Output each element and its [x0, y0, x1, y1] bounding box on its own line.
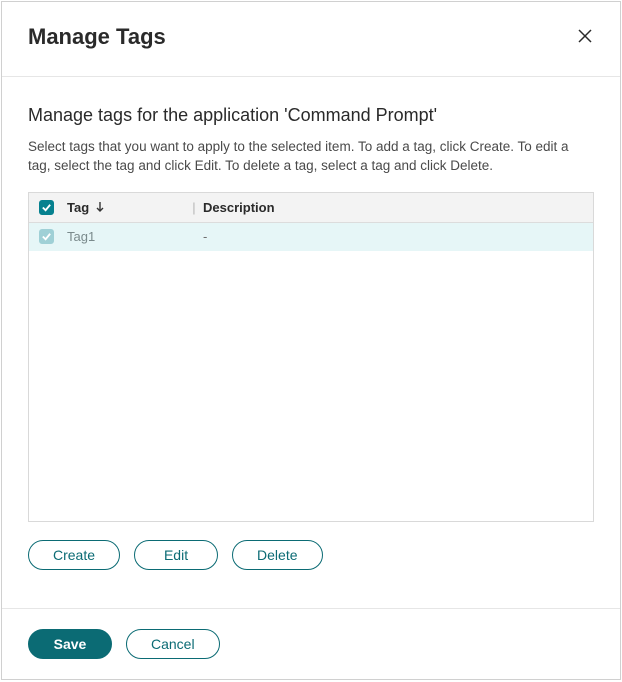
tags-table: Tag | Description	[28, 192, 594, 522]
table-actions: Create Edit Delete	[28, 540, 594, 570]
table-body: Tag1 -	[29, 223, 593, 521]
row-tag-cell: Tag1	[67, 229, 189, 244]
select-all-cell	[39, 200, 67, 215]
help-text: Select tags that you want to apply to th…	[28, 138, 594, 176]
column-header-tag[interactable]: Tag	[67, 200, 189, 215]
sort-down-icon	[95, 201, 105, 213]
row-description-cell: -	[199, 229, 583, 244]
cancel-button[interactable]: Cancel	[126, 629, 220, 659]
edit-button[interactable]: Edit	[134, 540, 218, 570]
row-checkbox-cell	[39, 229, 67, 244]
dialog-footer: Save Cancel	[2, 608, 620, 679]
table-header: Tag | Description	[29, 193, 593, 223]
save-button[interactable]: Save	[28, 629, 112, 659]
dialog-subtitle: Manage tags for the application 'Command…	[28, 105, 594, 126]
column-header-description[interactable]: Description	[199, 200, 583, 215]
manage-tags-dialog: Manage Tags Manage tags for the applicat…	[1, 1, 621, 680]
close-button[interactable]	[574, 25, 596, 50]
dialog-title: Manage Tags	[28, 24, 166, 50]
dialog-content: Manage tags for the application 'Command…	[2, 77, 620, 608]
select-all-checkbox[interactable]	[39, 200, 54, 215]
row-checkbox[interactable]	[39, 229, 54, 244]
table-row[interactable]: Tag1 -	[29, 223, 593, 251]
close-icon	[576, 27, 594, 48]
column-header-tag-label: Tag	[67, 200, 89, 215]
create-button[interactable]: Create	[28, 540, 120, 570]
dialog-header: Manage Tags	[2, 2, 620, 77]
delete-button[interactable]: Delete	[232, 540, 322, 570]
column-separator: |	[189, 200, 199, 215]
